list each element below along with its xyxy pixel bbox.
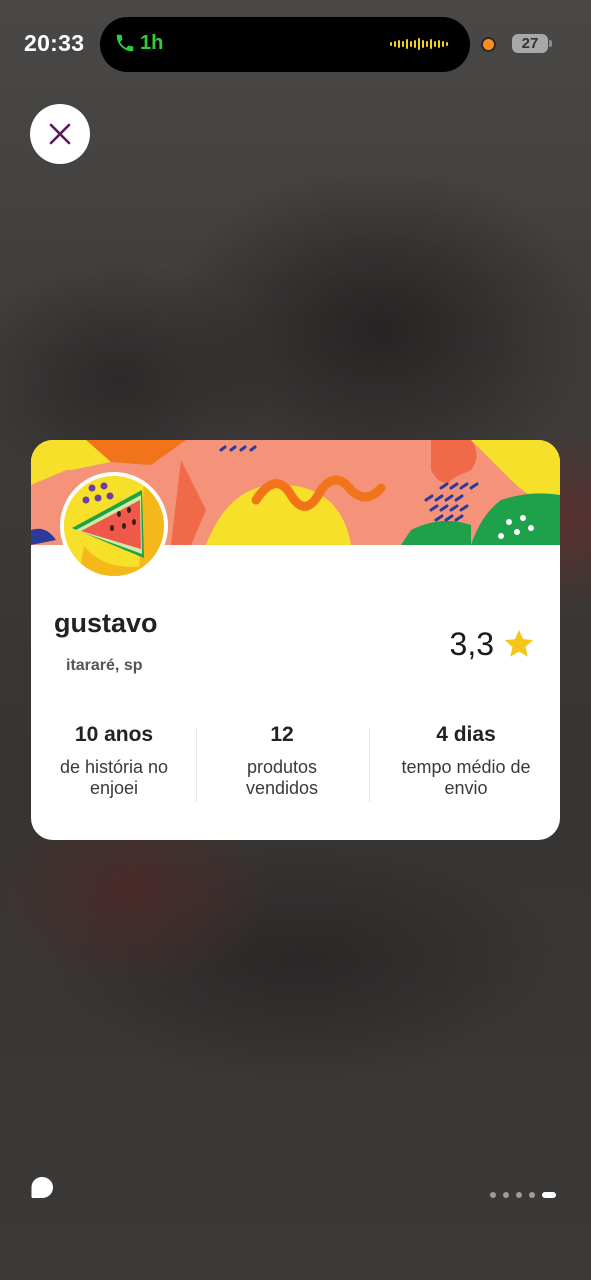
stat-label: de história no enjoei	[59, 757, 169, 798]
seller-stats: 10 anos de história no enjoei 12 produto…	[31, 720, 560, 810]
dynamic-island[interactable]: 1h	[100, 17, 470, 72]
watermelon-icon	[64, 476, 164, 576]
comment-bubble-icon[interactable]	[30, 1176, 54, 1200]
story-pager	[490, 1192, 556, 1198]
battery-icon: 27	[512, 34, 548, 53]
close-button[interactable]	[30, 104, 90, 164]
seller-rating: 3,3	[450, 624, 536, 664]
recording-indicator	[481, 37, 496, 52]
stat-label: produtos vendidos	[245, 757, 319, 798]
stat-history: 10 anos de história no enjoei	[31, 720, 197, 799]
seller-name: gustavo	[54, 608, 158, 638]
divider	[196, 728, 197, 802]
stat-value: 4 dias	[436, 723, 496, 746]
pager-dot-active	[542, 1192, 556, 1198]
stat-value: 10 anos	[74, 723, 154, 746]
divider	[369, 728, 370, 802]
seller-avatar[interactable]	[60, 472, 168, 580]
stat-shipping-time: 4 dias tempo médio de envio	[383, 720, 549, 799]
audio-wave-icon	[390, 38, 448, 50]
seller-card: gustavo itararé, sp 3,3 10 anos de histó…	[31, 440, 560, 840]
stat-label: tempo médio de envio	[401, 757, 531, 798]
star-icon	[504, 629, 534, 657]
call-duration: 1h	[140, 32, 164, 54]
rating-value: 3,3	[449, 625, 494, 662]
pager-dot	[503, 1192, 509, 1198]
seller-location: itararé, sp	[66, 657, 143, 674]
stat-value: 12	[270, 723, 294, 746]
pager-dot	[529, 1192, 535, 1198]
battery-terminal	[549, 40, 552, 47]
close-icon	[49, 123, 71, 145]
pager-dot	[490, 1192, 496, 1198]
phone-icon	[116, 34, 134, 52]
status-time: 20:33	[24, 30, 85, 56]
stat-products-sold: 12 produtos vendidos	[199, 720, 365, 799]
pager-dot	[516, 1192, 522, 1198]
